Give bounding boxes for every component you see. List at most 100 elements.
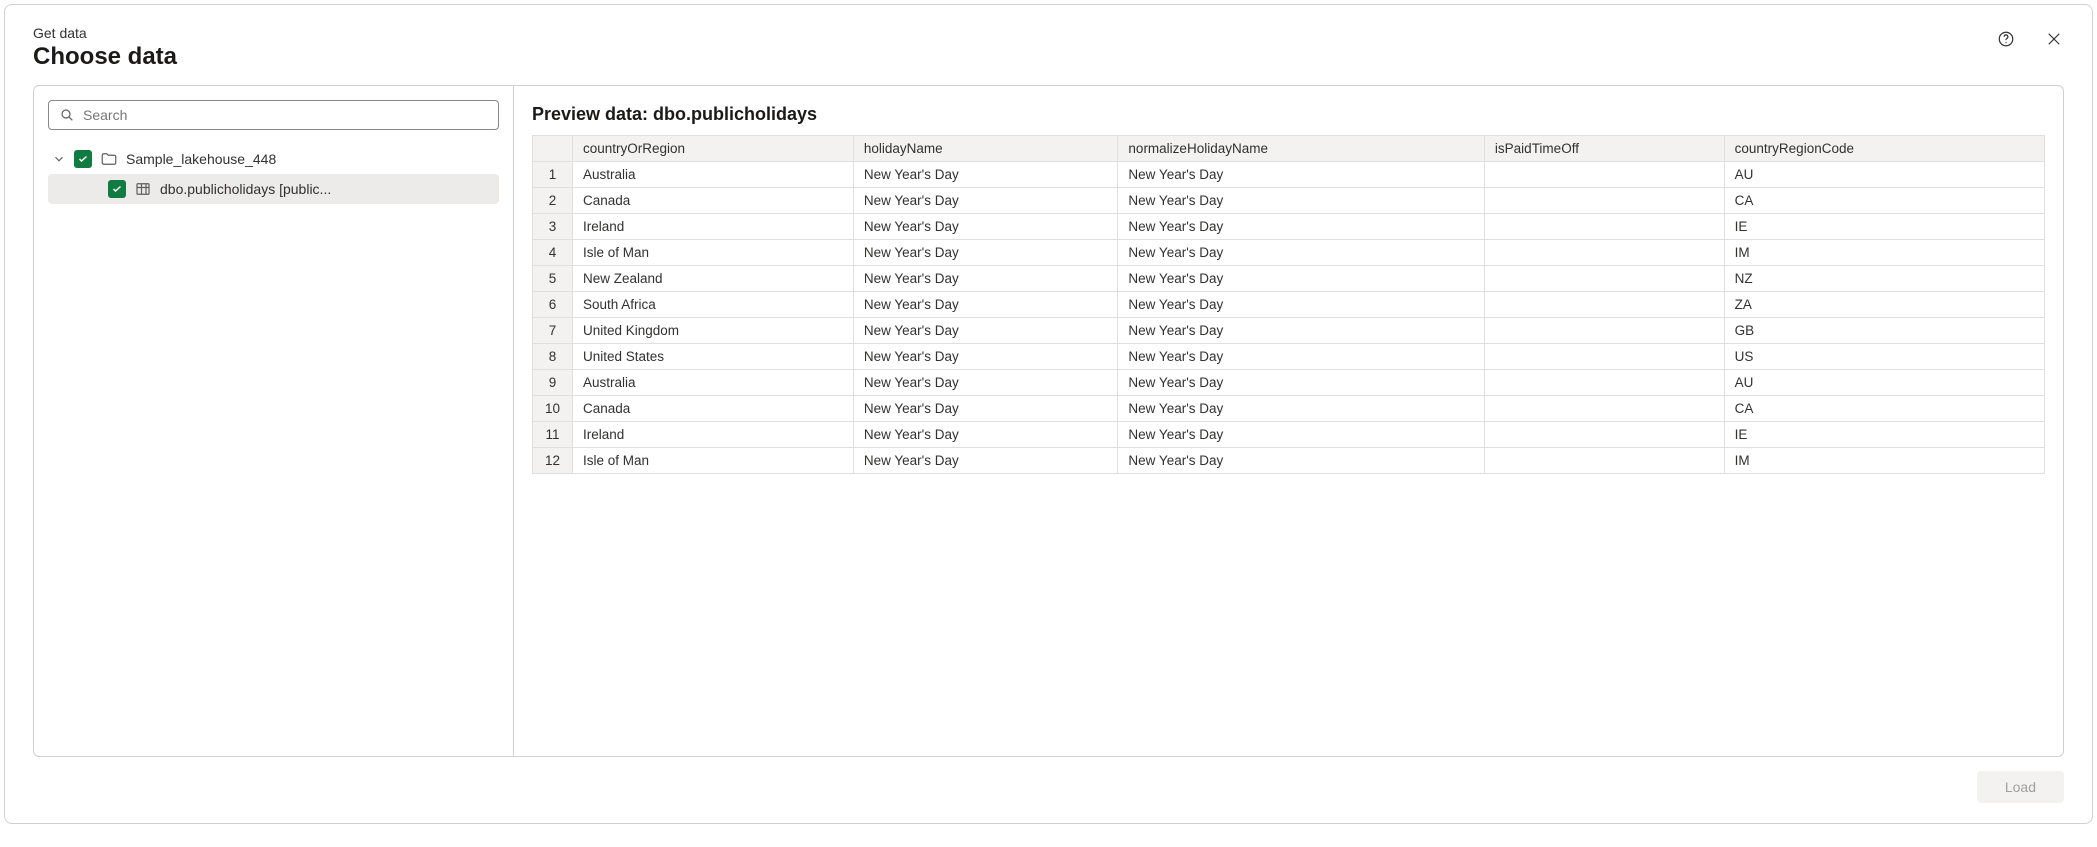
right-panel: Preview data: dbo.publicholidays country… [514,86,2063,756]
table-cell [1484,188,1724,214]
tree-child-item[interactable]: dbo.publicholidays [public... [48,174,499,204]
table-row[interactable]: 4Isle of ManNew Year's DayNew Year's Day… [533,240,2045,266]
folder-icon [100,150,118,168]
row-number: 6 [533,292,573,318]
table-cell: New Year's Day [853,448,1118,474]
column-header[interactable]: countryRegionCode [1724,136,2044,162]
table-cell: New Year's Day [1118,448,1485,474]
table-cell: New Year's Day [1118,370,1485,396]
table-cell: New Year's Day [1118,214,1485,240]
column-header[interactable]: normalizeHolidayName [1118,136,1485,162]
table-cell: New Year's Day [853,214,1118,240]
tree-child-label: dbo.publicholidays [public... [160,181,331,197]
left-panel: Sample_lakehouse_448 dbo.publicholidays … [34,86,514,756]
table-cell: New Year's Day [1118,266,1485,292]
page-title: Choose data [33,43,1996,71]
column-header[interactable]: isPaidTimeOff [1484,136,1724,162]
data-tree: Sample_lakehouse_448 dbo.publicholidays … [48,140,499,204]
table-cell: New Year's Day [853,188,1118,214]
table-row[interactable]: 8United StatesNew Year's DayNew Year's D… [533,344,2045,370]
table-cell: Australia [573,162,854,188]
search-icon [59,107,75,123]
table-row[interactable]: 12Isle of ManNew Year's DayNew Year's Da… [533,448,2045,474]
table-cell: New Year's Day [853,240,1118,266]
table-header-row: countryOrRegionholidayNamenormalizeHolid… [533,136,2045,162]
row-number: 8 [533,344,573,370]
table-row[interactable]: 10CanadaNew Year's DayNew Year's DayCA [533,396,2045,422]
load-button[interactable]: Load [1977,771,2064,803]
table-cell [1484,396,1724,422]
table-cell [1484,344,1724,370]
table-cell: Canada [573,396,854,422]
table-cell: Isle of Man [573,448,854,474]
table-icon [134,180,152,198]
chevron-down-icon [52,152,66,166]
row-number: 11 [533,422,573,448]
table-cell [1484,370,1724,396]
table-row[interactable]: 11IrelandNew Year's DayNew Year's DayIE [533,422,2045,448]
table-cell [1484,448,1724,474]
table-row[interactable]: 2CanadaNew Year's DayNew Year's DayCA [533,188,2045,214]
preview-table: countryOrRegionholidayNamenormalizeHolid… [532,135,2045,474]
table-cell: IM [1724,240,2044,266]
table-body: 1AustraliaNew Year's DayNew Year's DayAU… [533,162,2045,474]
table-cell: US [1724,344,2044,370]
table-cell: Ireland [573,214,854,240]
table-cell: South Africa [573,292,854,318]
table-cell: New Year's Day [1118,188,1485,214]
table-cell: New Year's Day [1118,162,1485,188]
table-row[interactable]: 9AustraliaNew Year's DayNew Year's DayAU [533,370,2045,396]
help-icon[interactable] [1996,29,2016,49]
table-cell: CA [1724,188,2044,214]
table-row[interactable]: 7United KingdomNew Year's DayNew Year's … [533,318,2045,344]
row-number: 12 [533,448,573,474]
preview-title: Preview data: dbo.publicholidays [532,104,2045,125]
row-number: 2 [533,188,573,214]
table-cell [1484,162,1724,188]
row-number: 4 [533,240,573,266]
table-cell: AU [1724,370,2044,396]
search-input[interactable] [83,107,488,123]
table-cell: New Year's Day [1118,240,1485,266]
column-header[interactable]: holidayName [853,136,1118,162]
table-cell: New Year's Day [1118,318,1485,344]
table-row[interactable]: 5New ZealandNew Year's DayNew Year's Day… [533,266,2045,292]
row-number: 7 [533,318,573,344]
table-cell: New Year's Day [853,396,1118,422]
search-box[interactable] [48,100,499,130]
header-left: Get data Choose data [33,25,1996,85]
row-number: 1 [533,162,573,188]
table-cell: United States [573,344,854,370]
header-icons [1996,25,2064,49]
table-cell: New Year's Day [853,344,1118,370]
tree-root-item[interactable]: Sample_lakehouse_448 [48,144,499,174]
table-cell [1484,240,1724,266]
column-header[interactable]: countryOrRegion [573,136,854,162]
rownum-header [533,136,573,162]
table-cell [1484,214,1724,240]
table-cell: New Year's Day [1118,396,1485,422]
table-cell: New Year's Day [1118,292,1485,318]
table-row[interactable]: 1AustraliaNew Year's DayNew Year's DayAU [533,162,2045,188]
table-cell: Australia [573,370,854,396]
table-row[interactable]: 6South AfricaNew Year's DayNew Year's Da… [533,292,2045,318]
table-cell: New Year's Day [853,162,1118,188]
table-cell [1484,422,1724,448]
table-cell: IE [1724,214,2044,240]
close-icon[interactable] [2044,29,2064,49]
checkbox-root[interactable] [74,150,92,168]
table-cell: New Year's Day [853,370,1118,396]
table-cell: New Year's Day [853,422,1118,448]
table-cell: New Year's Day [1118,422,1485,448]
table-cell: CA [1724,396,2044,422]
table-head: countryOrRegionholidayNamenormalizeHolid… [533,136,2045,162]
table-cell: United Kingdom [573,318,854,344]
row-number: 10 [533,396,573,422]
table-cell: NZ [1724,266,2044,292]
table-cell: New Year's Day [853,266,1118,292]
table-cell: New Year's Day [1118,344,1485,370]
table-cell [1484,292,1724,318]
table-row[interactable]: 3IrelandNew Year's DayNew Year's DayIE [533,214,2045,240]
checkbox-child[interactable] [108,180,126,198]
dialog-footer: Load [33,757,2064,803]
